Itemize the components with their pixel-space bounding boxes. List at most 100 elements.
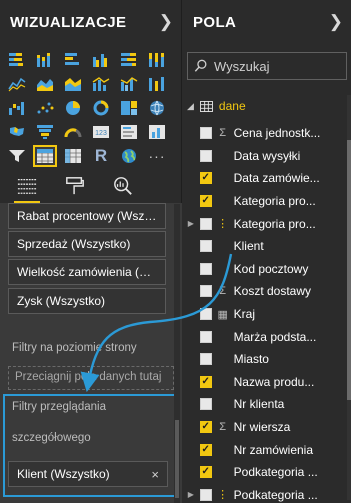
scatter-icon[interactable] bbox=[34, 98, 56, 118]
slicer-icon[interactable] bbox=[6, 146, 28, 166]
pie-chart-icon[interactable] bbox=[62, 98, 84, 118]
analytics-tab[interactable] bbox=[110, 173, 136, 199]
field-row[interactable]: Σ Koszt dostawy bbox=[183, 280, 351, 303]
collapse-triangle-icon[interactable]: ◢ bbox=[187, 101, 194, 112]
visual-gallery: 123 R ··· bbox=[6, 50, 174, 168]
fields-scroll-thumb[interactable] bbox=[347, 140, 351, 400]
search-box[interactable] bbox=[187, 52, 347, 80]
clustered-column-icon[interactable] bbox=[90, 50, 112, 70]
field-checkbox[interactable] bbox=[199, 398, 212, 411]
field-checkbox[interactable] bbox=[199, 488, 212, 501]
globe-icon[interactable] bbox=[118, 146, 140, 166]
stacked-bar-icon[interactable] bbox=[6, 50, 28, 70]
gauge-icon[interactable] bbox=[62, 122, 84, 142]
field-checkbox[interactable] bbox=[199, 172, 212, 185]
field-row[interactable]: ▶ ⋮ Podkategoria ... bbox=[183, 484, 351, 503]
field-row[interactable]: Σ Nr wiersza bbox=[183, 416, 351, 439]
card-icon[interactable]: 123 bbox=[90, 122, 112, 142]
visualizations-header: WIZUALIZACJE ❯ bbox=[0, 0, 181, 44]
field-checkbox[interactable] bbox=[199, 375, 212, 388]
visualizations-pane: WIZUALIZACJE ❯ 123 R ··· Rabat procentow… bbox=[0, 0, 182, 503]
filter-card-wielkosc[interactable]: Wielkość zamówienia (W... bbox=[8, 259, 166, 285]
table-dane[interactable]: ◢ dane bbox=[183, 95, 351, 117]
filter-card-zysk[interactable]: Zysk (Wszystko) bbox=[8, 288, 166, 314]
field-checkbox[interactable] bbox=[199, 262, 212, 275]
treemap-icon[interactable] bbox=[118, 98, 140, 118]
field-row[interactable]: Nr zamówienia bbox=[183, 438, 351, 461]
field-row[interactable]: Nr klienta bbox=[183, 393, 351, 416]
geo-icon: ▦ bbox=[217, 308, 228, 321]
field-name: Kategoria pro... bbox=[233, 216, 316, 231]
field-checkbox[interactable] bbox=[199, 443, 212, 456]
map-icon[interactable] bbox=[146, 98, 168, 118]
kpi-icon[interactable] bbox=[146, 122, 168, 142]
matrix-icon[interactable] bbox=[62, 146, 84, 166]
filter-card-sprzedaz[interactable]: Sprzedaż (Wszystko) bbox=[8, 231, 166, 257]
sigma-icon: Σ bbox=[219, 285, 227, 298]
field-checkbox[interactable] bbox=[199, 240, 212, 253]
filters-scroll-thumb[interactable] bbox=[175, 420, 179, 498]
page-filters-label: Filtry na poziomie strony bbox=[12, 342, 137, 354]
area-chart-icon[interactable] bbox=[34, 74, 56, 94]
search-icon bbox=[194, 59, 207, 72]
field-checkbox[interactable] bbox=[199, 308, 212, 321]
clustered-bar-icon[interactable] bbox=[62, 50, 84, 70]
field-name: Kod pocztowy bbox=[233, 261, 309, 276]
stacked-column-icon[interactable] bbox=[34, 50, 56, 70]
line-clustered-icon[interactable] bbox=[118, 74, 140, 94]
drillthrough-highlight bbox=[3, 394, 176, 497]
filled-map-icon[interactable] bbox=[6, 122, 28, 142]
r-visual-icon[interactable]: R bbox=[90, 146, 112, 166]
field-checkbox[interactable] bbox=[199, 149, 212, 162]
field-row[interactable]: Data wysyłki bbox=[183, 145, 351, 168]
hierarchy-icon: ⋮ bbox=[217, 218, 229, 231]
field-checkbox[interactable] bbox=[199, 127, 212, 140]
field-checkbox[interactable] bbox=[199, 466, 212, 479]
field-row[interactable]: Nazwa produ... bbox=[183, 371, 351, 394]
field-name: Cena jednostk... bbox=[233, 126, 321, 141]
multirow-card-icon[interactable] bbox=[118, 122, 140, 142]
100-bar-icon[interactable] bbox=[118, 50, 140, 70]
field-row[interactable]: Klient bbox=[183, 235, 351, 258]
field-row[interactable]: Kod pocztowy bbox=[183, 258, 351, 281]
field-row[interactable]: ▦ Kraj bbox=[183, 303, 351, 326]
field-name: Kategoria pro... bbox=[233, 194, 316, 209]
svg-text:123: 123 bbox=[95, 130, 107, 137]
waterfall-icon[interactable] bbox=[6, 98, 28, 118]
100-column-icon[interactable] bbox=[146, 50, 168, 70]
field-row[interactable]: Σ Cena jednostk... bbox=[183, 122, 351, 145]
field-name: Data wysyłki bbox=[233, 148, 301, 163]
donut-chart-icon[interactable] bbox=[90, 98, 112, 118]
chevron-right-icon[interactable]: ❯ bbox=[329, 12, 343, 32]
fields-list-icon bbox=[17, 178, 37, 194]
field-row[interactable]: Data zamówie... bbox=[183, 167, 351, 190]
ribbon-chart-icon[interactable] bbox=[146, 74, 168, 94]
field-row[interactable]: Miasto bbox=[183, 348, 351, 371]
expand-triangle-icon[interactable]: ▶ bbox=[183, 219, 199, 228]
magnifier-chart-icon bbox=[114, 176, 132, 195]
field-name: Data zamówie... bbox=[233, 171, 320, 186]
line-column-icon[interactable] bbox=[90, 74, 112, 94]
more-icon[interactable]: ··· bbox=[146, 146, 168, 166]
chevron-right-icon[interactable]: ❯ bbox=[159, 12, 173, 32]
funnel-icon[interactable] bbox=[34, 122, 56, 142]
field-checkbox[interactable] bbox=[199, 217, 212, 230]
field-row[interactable]: ▶ ⋮ Kategoria pro... bbox=[183, 212, 351, 235]
fields-tab[interactable] bbox=[14, 173, 40, 204]
field-checkbox[interactable] bbox=[199, 330, 212, 343]
field-row[interactable]: Kategoria pro... bbox=[183, 190, 351, 213]
field-checkbox[interactable] bbox=[199, 421, 212, 434]
table-icon[interactable] bbox=[33, 145, 57, 167]
field-row[interactable]: Marża podsta... bbox=[183, 325, 351, 348]
field-checkbox[interactable] bbox=[199, 195, 212, 208]
field-checkbox[interactable] bbox=[199, 353, 212, 366]
field-row[interactable]: Podkategoria ... bbox=[183, 461, 351, 484]
format-tab[interactable] bbox=[62, 173, 88, 199]
expand-triangle-icon[interactable]: ▶ bbox=[183, 490, 199, 499]
search-input[interactable] bbox=[214, 58, 334, 74]
stacked-area-icon[interactable] bbox=[62, 74, 84, 94]
filter-card-rabat[interactable]: Rabat procentowy (Wszy... bbox=[8, 203, 166, 229]
line-chart-icon[interactable] bbox=[6, 74, 28, 94]
field-checkbox[interactable] bbox=[199, 285, 212, 298]
page-filters-drop-zone[interactable]: Przeciągnij pola danych tutaj bbox=[8, 366, 174, 390]
